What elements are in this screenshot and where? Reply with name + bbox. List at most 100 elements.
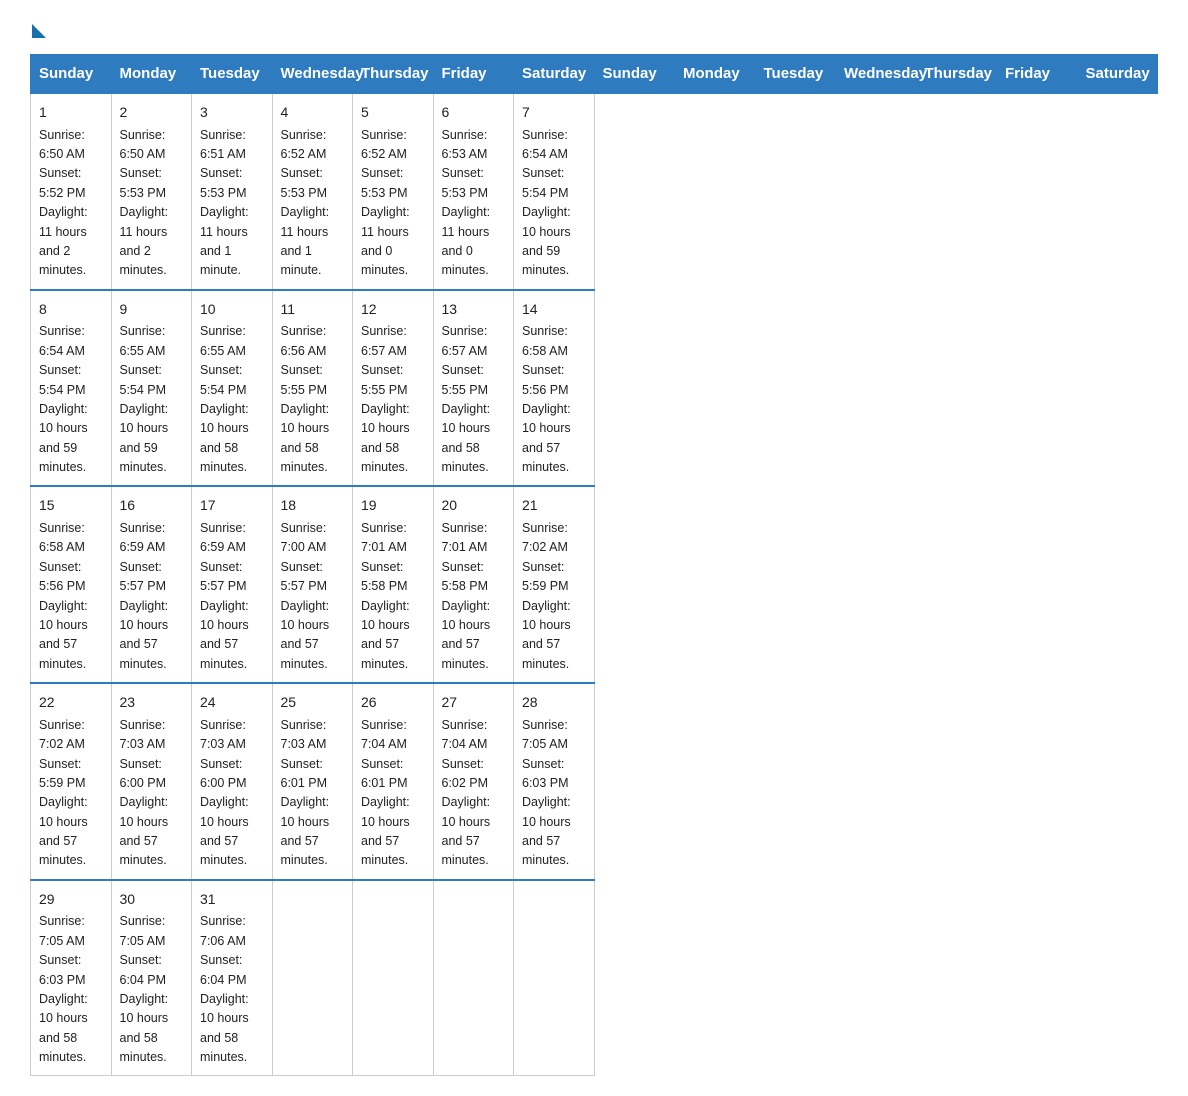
day-info: Sunrise: 7:03 AMSunset: 6:00 PMDaylight:… <box>200 716 264 871</box>
calendar-cell: 6Sunrise: 6:53 AMSunset: 5:53 PMDaylight… <box>433 93 514 290</box>
day-header-wednesday: Wednesday <box>836 55 917 94</box>
day-number: 10 <box>200 299 264 321</box>
calendar-cell: 27Sunrise: 7:04 AMSunset: 6:02 PMDayligh… <box>433 683 514 880</box>
day-info: Sunrise: 6:58 AMSunset: 5:56 PMDaylight:… <box>39 519 103 674</box>
day-number: 20 <box>442 495 506 517</box>
day-number: 11 <box>281 299 345 321</box>
calendar-cell: 7Sunrise: 6:54 AMSunset: 5:54 PMDaylight… <box>514 93 595 290</box>
day-number: 19 <box>361 495 425 517</box>
day-info: Sunrise: 6:52 AMSunset: 5:53 PMDaylight:… <box>361 126 425 281</box>
day-info: Sunrise: 7:02 AMSunset: 5:59 PMDaylight:… <box>39 716 103 871</box>
day-info: Sunrise: 6:54 AMSunset: 5:54 PMDaylight:… <box>39 322 103 477</box>
day-number: 18 <box>281 495 345 517</box>
logo <box>30 20 46 34</box>
calendar-cell: 22Sunrise: 7:02 AMSunset: 5:59 PMDayligh… <box>31 683 112 880</box>
day-info: Sunrise: 6:51 AMSunset: 5:53 PMDaylight:… <box>200 126 264 281</box>
day-number: 12 <box>361 299 425 321</box>
calendar-week-row: 8Sunrise: 6:54 AMSunset: 5:54 PMDaylight… <box>31 290 1158 487</box>
day-info: Sunrise: 6:59 AMSunset: 5:57 PMDaylight:… <box>200 519 264 674</box>
day-info: Sunrise: 7:04 AMSunset: 6:01 PMDaylight:… <box>361 716 425 871</box>
day-info: Sunrise: 7:03 AMSunset: 6:00 PMDaylight:… <box>120 716 184 871</box>
day-info: Sunrise: 7:05 AMSunset: 6:03 PMDaylight:… <box>39 912 103 1067</box>
day-header-tuesday: Tuesday <box>755 55 836 94</box>
calendar-cell: 24Sunrise: 7:03 AMSunset: 6:00 PMDayligh… <box>192 683 273 880</box>
calendar-cell: 15Sunrise: 6:58 AMSunset: 5:56 PMDayligh… <box>31 486 112 683</box>
day-info: Sunrise: 7:05 AMSunset: 6:04 PMDaylight:… <box>120 912 184 1067</box>
calendar-week-row: 22Sunrise: 7:02 AMSunset: 5:59 PMDayligh… <box>31 683 1158 880</box>
day-info: Sunrise: 7:02 AMSunset: 5:59 PMDaylight:… <box>522 519 586 674</box>
calendar-cell <box>433 880 514 1076</box>
day-info: Sunrise: 6:57 AMSunset: 5:55 PMDaylight:… <box>442 322 506 477</box>
calendar-cell: 4Sunrise: 6:52 AMSunset: 5:53 PMDaylight… <box>272 93 353 290</box>
day-number: 6 <box>442 102 506 124</box>
day-number: 28 <box>522 692 586 714</box>
calendar-week-row: 29Sunrise: 7:05 AMSunset: 6:03 PMDayligh… <box>31 880 1158 1076</box>
day-header-sunday: Sunday <box>31 55 112 94</box>
calendar-cell: 3Sunrise: 6:51 AMSunset: 5:53 PMDaylight… <box>192 93 273 290</box>
day-info: Sunrise: 7:03 AMSunset: 6:01 PMDaylight:… <box>281 716 345 871</box>
calendar-cell: 20Sunrise: 7:01 AMSunset: 5:58 PMDayligh… <box>433 486 514 683</box>
day-info: Sunrise: 7:05 AMSunset: 6:03 PMDaylight:… <box>522 716 586 871</box>
calendar-cell <box>514 880 595 1076</box>
calendar-cell: 17Sunrise: 6:59 AMSunset: 5:57 PMDayligh… <box>192 486 273 683</box>
calendar-cell: 13Sunrise: 6:57 AMSunset: 5:55 PMDayligh… <box>433 290 514 487</box>
calendar-cell: 5Sunrise: 6:52 AMSunset: 5:53 PMDaylight… <box>353 93 434 290</box>
calendar-cell <box>353 880 434 1076</box>
calendar-cell: 1Sunrise: 6:50 AMSunset: 5:52 PMDaylight… <box>31 93 112 290</box>
calendar-week-row: 1Sunrise: 6:50 AMSunset: 5:52 PMDaylight… <box>31 93 1158 290</box>
day-header-saturday: Saturday <box>514 55 595 94</box>
day-info: Sunrise: 6:50 AMSunset: 5:53 PMDaylight:… <box>120 126 184 281</box>
page-header <box>30 20 1158 34</box>
day-info: Sunrise: 7:01 AMSunset: 5:58 PMDaylight:… <box>361 519 425 674</box>
day-header-tuesday: Tuesday <box>192 55 273 94</box>
day-info: Sunrise: 7:06 AMSunset: 6:04 PMDaylight:… <box>200 912 264 1067</box>
calendar-header-row: SundayMondayTuesdayWednesdayThursdayFrid… <box>31 55 1158 94</box>
day-info: Sunrise: 6:58 AMSunset: 5:56 PMDaylight:… <box>522 322 586 477</box>
day-info: Sunrise: 6:50 AMSunset: 5:52 PMDaylight:… <box>39 126 103 281</box>
day-header-friday: Friday <box>433 55 514 94</box>
day-number: 7 <box>522 102 586 124</box>
day-number: 4 <box>281 102 345 124</box>
day-number: 3 <box>200 102 264 124</box>
day-info: Sunrise: 7:04 AMSunset: 6:02 PMDaylight:… <box>442 716 506 871</box>
calendar-cell: 30Sunrise: 7:05 AMSunset: 6:04 PMDayligh… <box>111 880 192 1076</box>
day-number: 27 <box>442 692 506 714</box>
day-info: Sunrise: 6:57 AMSunset: 5:55 PMDaylight:… <box>361 322 425 477</box>
calendar-table: SundayMondayTuesdayWednesdayThursdayFrid… <box>30 54 1158 1076</box>
calendar-cell: 12Sunrise: 6:57 AMSunset: 5:55 PMDayligh… <box>353 290 434 487</box>
day-number: 30 <box>120 889 184 911</box>
day-header-monday: Monday <box>111 55 192 94</box>
calendar-cell: 25Sunrise: 7:03 AMSunset: 6:01 PMDayligh… <box>272 683 353 880</box>
calendar-cell: 10Sunrise: 6:55 AMSunset: 5:54 PMDayligh… <box>192 290 273 487</box>
day-number: 5 <box>361 102 425 124</box>
day-info: Sunrise: 6:55 AMSunset: 5:54 PMDaylight:… <box>200 322 264 477</box>
day-info: Sunrise: 7:00 AMSunset: 5:57 PMDaylight:… <box>281 519 345 674</box>
day-number: 22 <box>39 692 103 714</box>
day-header-thursday: Thursday <box>353 55 434 94</box>
day-number: 1 <box>39 102 103 124</box>
calendar-cell: 8Sunrise: 6:54 AMSunset: 5:54 PMDaylight… <box>31 290 112 487</box>
calendar-cell: 14Sunrise: 6:58 AMSunset: 5:56 PMDayligh… <box>514 290 595 487</box>
day-number: 24 <box>200 692 264 714</box>
logo-arrow-icon <box>32 24 46 38</box>
day-number: 9 <box>120 299 184 321</box>
day-info: Sunrise: 6:56 AMSunset: 5:55 PMDaylight:… <box>281 322 345 477</box>
day-number: 17 <box>200 495 264 517</box>
calendar-cell: 31Sunrise: 7:06 AMSunset: 6:04 PMDayligh… <box>192 880 273 1076</box>
day-header-friday: Friday <box>997 55 1078 94</box>
day-info: Sunrise: 7:01 AMSunset: 5:58 PMDaylight:… <box>442 519 506 674</box>
calendar-cell: 16Sunrise: 6:59 AMSunset: 5:57 PMDayligh… <box>111 486 192 683</box>
day-number: 25 <box>281 692 345 714</box>
calendar-cell <box>272 880 353 1076</box>
calendar-cell: 21Sunrise: 7:02 AMSunset: 5:59 PMDayligh… <box>514 486 595 683</box>
day-info: Sunrise: 6:52 AMSunset: 5:53 PMDaylight:… <box>281 126 345 281</box>
day-info: Sunrise: 6:55 AMSunset: 5:54 PMDaylight:… <box>120 322 184 477</box>
day-info: Sunrise: 6:53 AMSunset: 5:53 PMDaylight:… <box>442 126 506 281</box>
day-number: 13 <box>442 299 506 321</box>
calendar-cell: 19Sunrise: 7:01 AMSunset: 5:58 PMDayligh… <box>353 486 434 683</box>
day-number: 14 <box>522 299 586 321</box>
day-number: 29 <box>39 889 103 911</box>
day-number: 21 <box>522 495 586 517</box>
day-number: 8 <box>39 299 103 321</box>
day-header-monday: Monday <box>675 55 756 94</box>
